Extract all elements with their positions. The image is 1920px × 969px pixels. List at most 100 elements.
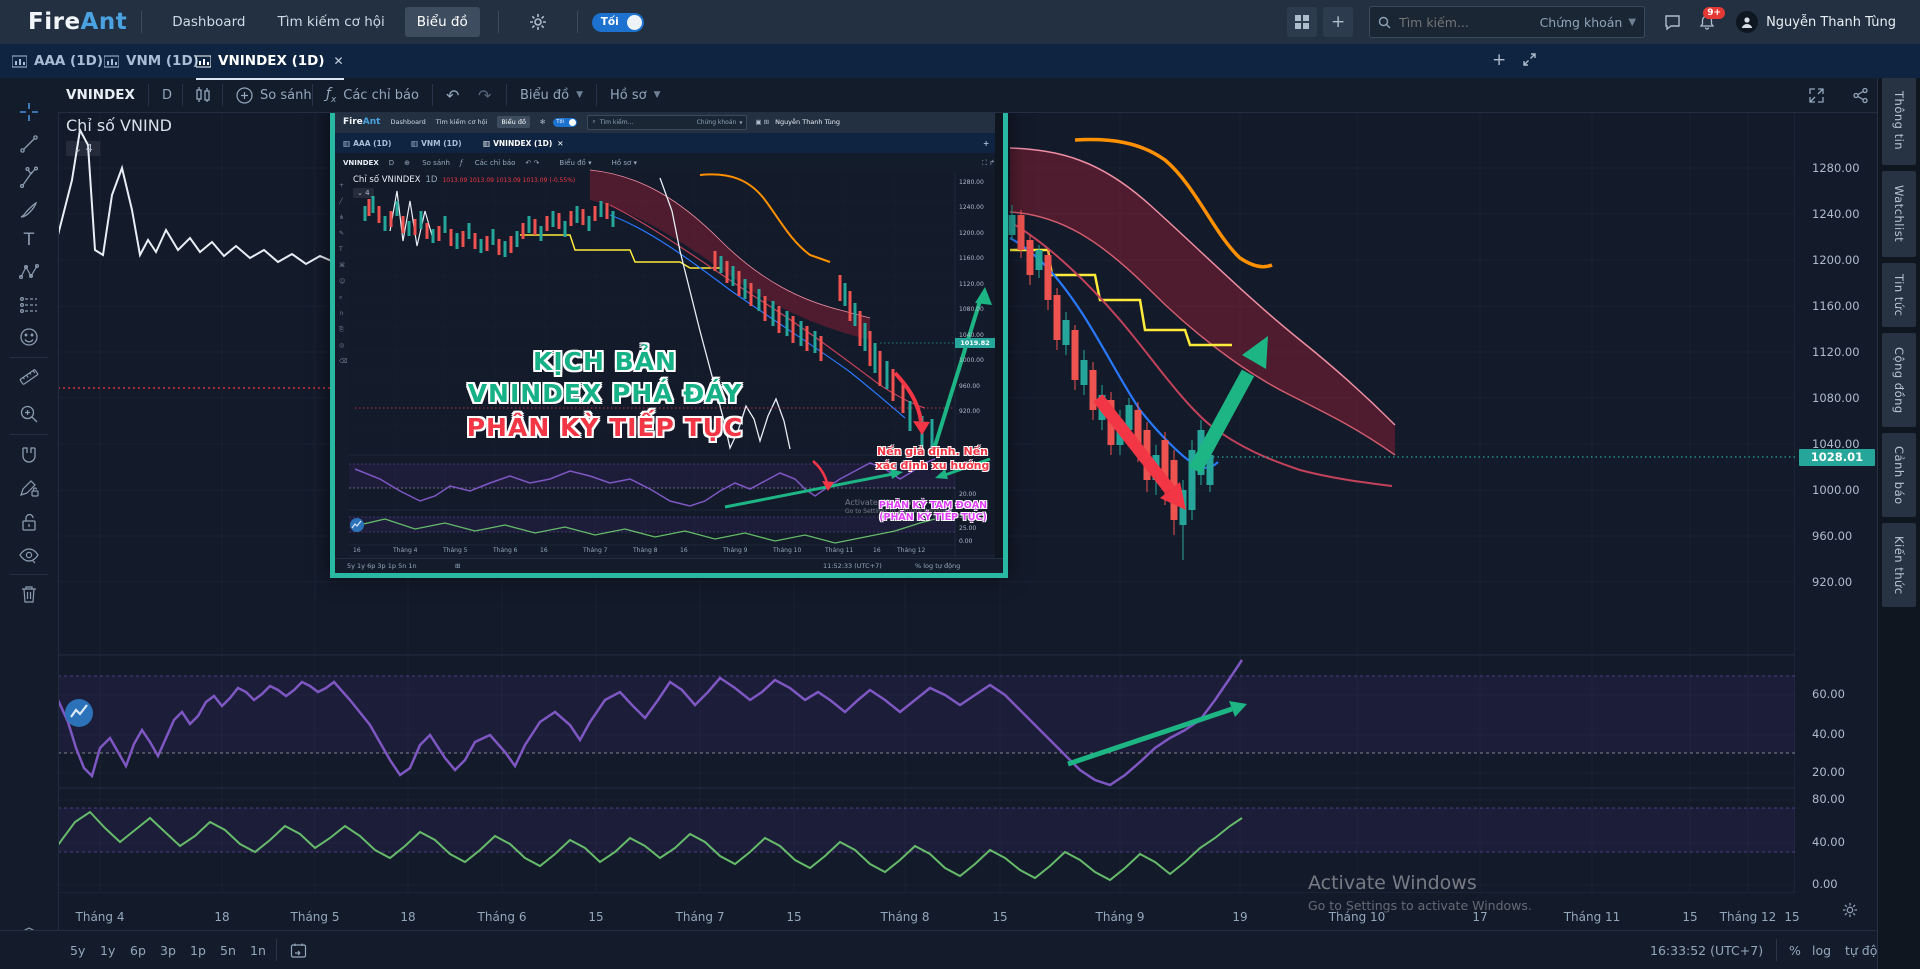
- compare-button[interactable]: So sánh: [236, 78, 312, 112]
- trendline-tool-icon[interactable]: [17, 132, 41, 156]
- share-icon[interactable]: [1852, 78, 1869, 112]
- annotated-screenshot-inset: FireAnt Dashboard Tìm kiếm cơ hội Biểu đ…: [330, 106, 1008, 578]
- close-tab-icon[interactable]: ✕: [334, 54, 344, 68]
- chart-toolbar: VNINDEX D So sánh ƒx Các chỉ báo ↶ ↷ Biể…: [0, 78, 1920, 113]
- sidebar-tab-tin-tuc[interactable]: Tin tức: [1882, 263, 1916, 327]
- nav-opportunities[interactable]: Tìm kiếm cơ hội: [265, 7, 396, 37]
- inset-time-tick: 16: [540, 547, 548, 554]
- chart-legend-title[interactable]: Chỉ số VNIND: [66, 116, 172, 135]
- range-6p-button[interactable]: 6p: [130, 931, 146, 969]
- clock-utc[interactable]: 16:33:52 (UTC+7): [1650, 931, 1763, 969]
- inset-new-tab: +: [983, 138, 990, 148]
- indicators-button[interactable]: ƒx Các chỉ báo: [326, 78, 419, 112]
- redo-icon[interactable]: ↷: [478, 78, 491, 112]
- osc-tick: 80.00: [1812, 792, 1845, 806]
- stay-drawing-mode-icon[interactable]: [17, 477, 41, 501]
- time-tick: Tháng 6: [477, 910, 527, 924]
- svg-text:✎: ✎: [339, 230, 344, 237]
- range-1y-button[interactable]: 1y: [100, 931, 115, 969]
- rsi-tick: 20.00: [1812, 765, 1845, 779]
- inset-nav-dashboard: Dashboard: [390, 118, 426, 126]
- range-3p-button[interactable]: 3p: [160, 931, 176, 969]
- magnet-tool-icon[interactable]: [17, 444, 41, 468]
- inset-tab: ▥ AAA (1D): [343, 138, 392, 148]
- hide-drawings-eye-icon[interactable]: [17, 543, 41, 567]
- layout-grid-icon[interactable]: [1287, 7, 1318, 37]
- settings-gear-icon[interactable]: [529, 13, 547, 31]
- tab-aaa[interactable]: AAA (1D): [12, 44, 103, 78]
- range-1p-button[interactable]: 1p: [190, 931, 206, 969]
- rsi-tick: 40.00: [1812, 727, 1845, 741]
- new-tab-button[interactable]: +: [1492, 50, 1506, 70]
- svg-text:⌘: ⌘: [339, 262, 345, 269]
- price-tick: 1280.00: [1812, 161, 1860, 175]
- lock-drawings-icon[interactable]: [17, 510, 41, 534]
- fullscreen-icon[interactable]: [1808, 78, 1825, 112]
- notifications-bell-icon[interactable]: 9+: [1699, 6, 1726, 31]
- remove-drawings-trash-icon[interactable]: [17, 582, 41, 606]
- zoom-in-tool-icon[interactable]: [17, 402, 41, 426]
- inset-chart-toolbar: VNINDEX D ⊕ So sánh ƒ Các chỉ báo ↶ ↷ Bi…: [335, 153, 1003, 174]
- time-tick: 15: [1784, 910, 1800, 924]
- go-to-date-calendar-icon[interactable]: [290, 931, 307, 969]
- undo-icon[interactable]: ↶: [446, 78, 459, 112]
- tab-vnm[interactable]: VNM (1D): [104, 44, 199, 78]
- user-avatar[interactable]: [1736, 11, 1759, 33]
- sidebar-tab-canh-bao[interactable]: Cảnh báo: [1882, 433, 1916, 517]
- time-tick: Tháng 8: [880, 910, 930, 924]
- time-tick: Tháng 5: [290, 910, 340, 924]
- svg-text:∩: ∩: [339, 310, 343, 317]
- compare-plus-icon: [236, 86, 253, 104]
- chevron-down-icon: ▼: [1628, 16, 1637, 28]
- add-panel-button[interactable]: +: [1323, 7, 1354, 37]
- nav-chart[interactable]: Biểu đồ: [404, 7, 480, 37]
- brush-tool-icon[interactable]: [17, 198, 41, 222]
- axis-settings-gear-icon[interactable]: [1842, 902, 1858, 918]
- price-tick: 1240.00: [1812, 207, 1860, 221]
- search-category-select[interactable]: Chứng khoán: [1540, 15, 1623, 30]
- toggle-knob: [626, 14, 642, 30]
- sidebar-tab-watchlist[interactable]: Watchlist: [1882, 171, 1916, 257]
- crosshair-tool-icon[interactable]: [17, 100, 41, 124]
- svg-text:T: T: [338, 246, 343, 253]
- inset-price-tick: 1000.00: [959, 357, 984, 364]
- range-5n-button[interactable]: 5n: [220, 931, 236, 969]
- search-input[interactable]: [1397, 13, 1522, 31]
- range-5y-button[interactable]: 5y: [70, 931, 85, 969]
- annotation-headline-2: VNINDEX PHÁ ĐÁY: [467, 379, 743, 408]
- range-1n-button[interactable]: 1n: [250, 931, 266, 969]
- fx-icon: ƒx: [326, 85, 337, 105]
- chat-icon[interactable]: [1664, 14, 1681, 31]
- tab-vnindex[interactable]: VNINDEX (1D) ✕: [196, 44, 344, 80]
- forecast-tool-icon[interactable]: [17, 293, 41, 317]
- xabcd-pattern-tool-icon[interactable]: [17, 260, 41, 284]
- sidebar-tab-kien-thuc[interactable]: Kiến thức: [1882, 523, 1916, 607]
- chart-style-candles-icon[interactable]: [194, 78, 212, 112]
- pitchfork-tool-icon[interactable]: [17, 165, 41, 189]
- sidebar-tab-cong-dong[interactable]: Cộng đồng: [1882, 333, 1916, 427]
- global-search-box[interactable]: Chứng khoán ▼: [1369, 6, 1646, 38]
- log-scale-button[interactable]: log: [1812, 931, 1831, 969]
- inset-time-tick: Tháng 10: [773, 547, 802, 554]
- inset-scale-buttons: % log tự động: [915, 562, 961, 570]
- symbol-button[interactable]: VNINDEX: [66, 78, 135, 112]
- inset-price-tick: 1240.00: [959, 204, 984, 211]
- interval-button[interactable]: D: [162, 78, 172, 112]
- expand-tabs-icon[interactable]: [1522, 52, 1537, 67]
- emoji-tool-icon[interactable]: [17, 325, 41, 349]
- measure-tool-icon[interactable]: [17, 365, 41, 389]
- chart-menu-button[interactable]: Biểu đồ ▼: [520, 78, 583, 112]
- price-tick: 1080.00: [1812, 391, 1860, 405]
- osc-tick: 0.00: [1812, 877, 1838, 891]
- profile-menu-button[interactable]: Hồ sơ ▼: [610, 78, 661, 112]
- sidebar-tab-thong-tin[interactable]: Thông tin: [1882, 77, 1916, 165]
- dark-theme-toggle[interactable]: Tối: [591, 12, 644, 32]
- annotation-divergence-note: PHÂN KỲ TAM ĐOẠN (PHÂN KỲ TIẾP TỤC): [878, 500, 988, 524]
- percent-scale-button[interactable]: %: [1789, 931, 1801, 969]
- user-name[interactable]: Nguyễn Thanh Tùng: [1766, 15, 1896, 30]
- nav-dashboard[interactable]: Dashboard: [160, 7, 257, 37]
- text-tool-icon[interactable]: T: [17, 228, 41, 252]
- chart-tab-icon: [104, 55, 119, 67]
- legend-collapse-chip[interactable]: ⌄ 4: [66, 141, 100, 156]
- fireant-logo[interactable]: FireAnt: [28, 9, 127, 35]
